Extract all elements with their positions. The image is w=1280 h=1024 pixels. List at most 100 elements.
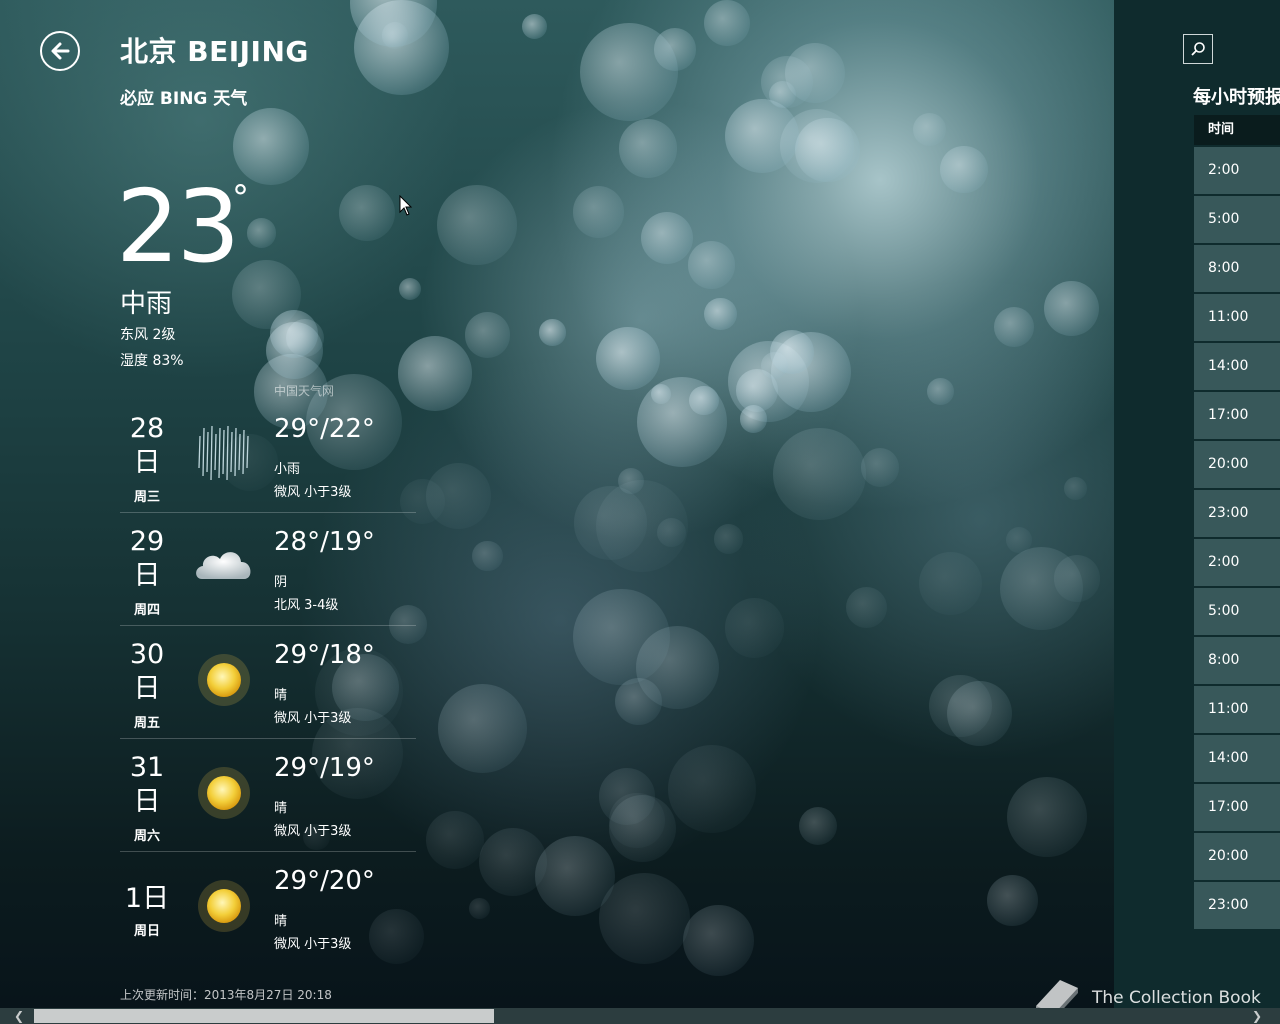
degree-symbol: ° (232, 178, 249, 218)
bokeh-bubble (1043, 281, 1099, 337)
table-row: 8:00 (1194, 637, 1280, 684)
day-date: 30 日 (129, 639, 165, 704)
scroll-right-icon[interactable]: ❯ (1252, 1009, 1262, 1023)
table-header-time: 时间 (1194, 115, 1280, 145)
day-date: 28 日 (129, 413, 165, 478)
bokeh-bubble (687, 241, 736, 289)
bokeh-bubble (438, 683, 527, 773)
bokeh-bubble (437, 185, 517, 265)
arrow-left-icon (51, 42, 70, 60)
forecast-day[interactable]: 29 日 周四 28°/19° 阴 北风 3-4级 (120, 513, 416, 626)
table-row: 5:00 (1194, 588, 1280, 635)
day-temperature: 29°/20° (274, 866, 375, 896)
horizontal-scrollbar[interactable]: ❮ ❯ (0, 1008, 1280, 1024)
day-weekday: 周日 (133, 924, 160, 939)
watermark-text: The Collection Book (1092, 988, 1261, 1008)
bokeh-bubble (596, 479, 689, 572)
bokeh-bubble (231, 259, 302, 329)
rain-icon (198, 425, 249, 481)
bokeh-bubble (425, 463, 492, 529)
scroll-thumb[interactable] (34, 1009, 494, 1023)
weather-app: 北京 BEIJING 必应 BING 天气 23 ° 中雨 东风 2级 湿度 8… (0, 0, 1280, 1024)
bokeh-bubble (636, 376, 728, 468)
day-weekday: 周三 (133, 490, 160, 505)
day-wind: 微风 小于3级 (274, 937, 352, 952)
day-wind: 北风 3-4级 (274, 598, 339, 613)
day-date: 29 日 (129, 526, 165, 591)
day-date: 1日 (124, 883, 170, 914)
bokeh-bubble (770, 330, 815, 375)
bokeh-bubble (668, 745, 756, 833)
table-row: 14:00 (1194, 343, 1280, 390)
bokeh-bubble (521, 13, 547, 39)
sun-icon (198, 767, 250, 819)
cloud-icon (196, 552, 251, 579)
table-row: 2:00 (1194, 147, 1280, 194)
table-row: 23:00 (1194, 882, 1280, 929)
current-wind: 东风 2级 (120, 327, 176, 343)
day-wind: 微风 小于3级 (274, 824, 352, 839)
table-row: 17:00 (1194, 784, 1280, 831)
bokeh-bubble (1063, 477, 1087, 501)
bokeh-bubble (596, 326, 660, 390)
sun-icon (198, 654, 250, 706)
bokeh-bubble (703, 0, 750, 46)
bokeh-bubble (534, 836, 616, 917)
city-title: 北京 BEIJING (120, 35, 309, 68)
bokeh-bubble (683, 905, 755, 976)
bokeh-bubble (845, 586, 888, 628)
bokeh-bubble (1007, 777, 1087, 858)
bokeh-bubble (426, 811, 485, 869)
bokeh-bubble (338, 184, 395, 241)
bokeh-bubble (713, 523, 744, 554)
bokeh-bubble (464, 312, 511, 358)
bokeh-bubble (987, 875, 1038, 926)
table-row: 2:00 (1194, 539, 1280, 586)
bokeh-bubble (860, 448, 900, 487)
hourly-forecast-title: 每小时预报 (1193, 87, 1280, 108)
table-row: 11:00 (1194, 686, 1280, 733)
data-source-label: 中国天气网 (274, 384, 335, 398)
bokeh-bubble (940, 145, 988, 194)
bokeh-bubble (773, 427, 866, 521)
day-date: 31 日 (129, 752, 165, 817)
bokeh-bubble (704, 297, 737, 330)
bokeh-bubble (640, 212, 693, 265)
bokeh-bubble (918, 551, 983, 616)
forecast-day[interactable]: 31 日 周六 29°/19° 晴 微风 小于3级 (120, 739, 416, 852)
day-condition: 晴 (274, 801, 288, 816)
day-condition: 晴 (274, 688, 288, 703)
day-temperature: 29°/19° (274, 753, 375, 783)
day-weekday: 周六 (133, 829, 160, 844)
bokeh-bubble (913, 113, 947, 147)
table-row: 23:00 (1194, 490, 1280, 537)
table-row: 14:00 (1194, 735, 1280, 782)
forecast-day[interactable]: 30 日 周五 29°/18° 晴 微风 小于3级 (120, 626, 416, 739)
forecast-day[interactable]: 28 日 周三 29°/22° 小雨 微风 小于3级 (120, 400, 416, 513)
bokeh-bubble (539, 319, 566, 346)
table-row: 5:00 (1194, 196, 1280, 243)
bokeh-bubble (472, 540, 503, 572)
forecast-day[interactable]: 1日 周日 29°/20° 晴 微风 小于3级 (120, 852, 416, 964)
bokeh-bubble (926, 378, 954, 405)
day-condition: 晴 (274, 914, 288, 929)
table-row: 20:00 (1194, 833, 1280, 880)
back-button[interactable] (40, 31, 80, 71)
day-condition: 阴 (274, 575, 288, 590)
day-temperature: 29°/22° (274, 414, 375, 444)
table-row: 20:00 (1194, 441, 1280, 488)
current-condition: 中雨 (120, 289, 173, 319)
current-temperature: 23 (116, 168, 240, 285)
bokeh-bubble (579, 22, 678, 121)
bokeh-bubble (724, 598, 784, 658)
day-wind: 微风 小于3级 (274, 485, 352, 500)
bokeh-bubble (946, 680, 1013, 747)
bokeh-bubble (246, 218, 277, 248)
mouse-cursor-icon (399, 195, 413, 216)
table-row: 8:00 (1194, 245, 1280, 292)
search-button[interactable] (1183, 34, 1213, 64)
bokeh-bubble (740, 405, 768, 433)
bokeh-bubble (1053, 555, 1101, 603)
scroll-left-icon[interactable]: ❮ (14, 1009, 24, 1023)
day-wind: 微风 小于3级 (274, 711, 352, 726)
